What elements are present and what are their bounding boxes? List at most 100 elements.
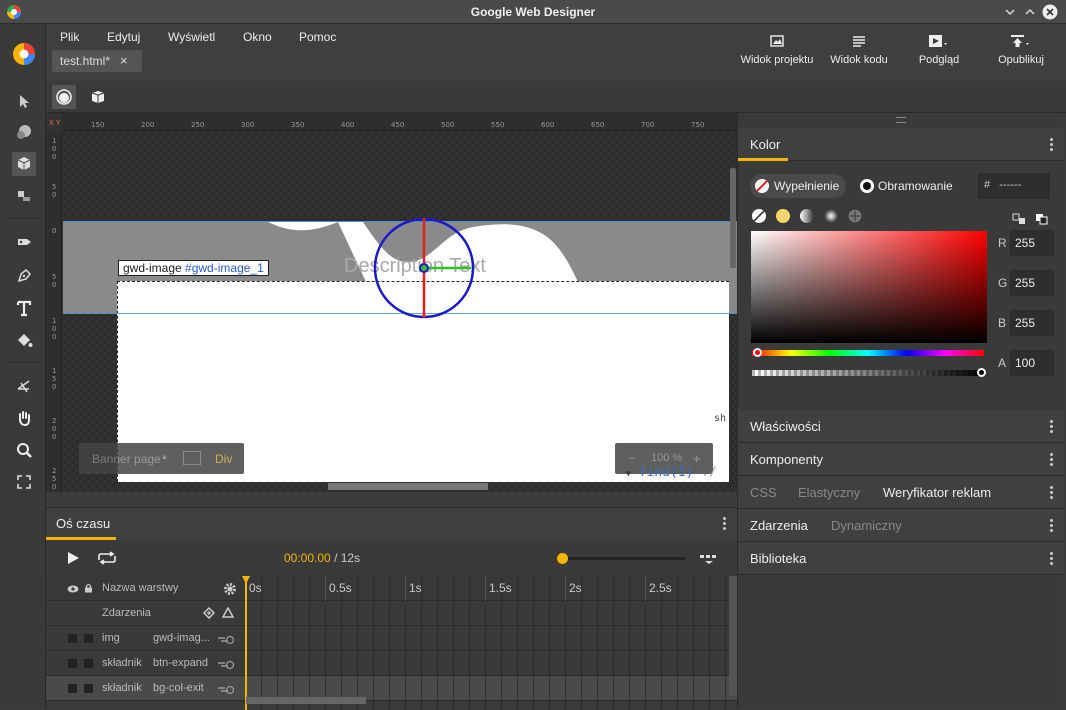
timeline-zoom-slider[interactable]	[563, 557, 685, 560]
code-fragment-path: ./	[701, 465, 717, 480]
minimize-button[interactable]	[1002, 4, 1018, 20]
timeline-vertical-scrollbar[interactable]	[729, 576, 737, 696]
fill-tab[interactable]: Wypełnienie	[750, 174, 846, 198]
red-channel[interactable]: R 255	[998, 230, 1054, 256]
stroke-tab[interactable]: Obramowanie	[854, 174, 960, 198]
green-channel[interactable]: G 255	[998, 270, 1054, 296]
tab-events[interactable]: Zdarzenia	[750, 518, 808, 533]
layer-visibility-toggle[interactable]	[68, 684, 77, 693]
swap-colors-icon[interactable]	[1012, 213, 1026, 225]
default-colors-icon[interactable]	[1035, 213, 1049, 225]
stage-vertical-scrollbar[interactable]	[730, 168, 736, 268]
text-tool-icon[interactable]	[12, 296, 36, 320]
layer-link-icon[interactable]	[217, 633, 235, 645]
red-value-input[interactable]: 255	[1010, 230, 1054, 256]
fill-tool-icon[interactable]	[12, 328, 36, 352]
fill-type-selector[interactable]	[750, 207, 870, 225]
alpha-channel[interactable]: A 100	[998, 350, 1054, 376]
green-value-input[interactable]: 255	[1010, 270, 1054, 296]
current-time: 00:00.00	[284, 551, 331, 565]
blue-channel[interactable]: B 255	[998, 310, 1054, 336]
css-panel-menu-icon[interactable]	[1050, 486, 1054, 500]
pen-tool-icon[interactable]	[12, 264, 36, 288]
object-tool-icon[interactable]	[12, 184, 36, 208]
layer-settings-gear-icon[interactable]	[223, 582, 237, 596]
blue-value-input[interactable]: 255	[1010, 310, 1054, 336]
file-tab[interactable]: test.html* ×	[52, 50, 142, 72]
channel-label: A	[998, 356, 1007, 370]
add-event-diamond-icon[interactable]	[203, 607, 215, 619]
page-selector[interactable]: Banner page ▴ Div	[79, 443, 244, 474]
layer-visibility-toggle[interactable]	[68, 659, 77, 668]
components-menu-icon[interactable]	[1050, 453, 1054, 467]
layer-type: składnik	[102, 682, 142, 694]
stage-horizontal-scrollbar[interactable]	[328, 483, 488, 490]
tab-css[interactable]: CSS	[750, 485, 777, 500]
close-window-button[interactable]	[1042, 4, 1058, 20]
components-panel-header[interactable]: Komponenty	[738, 443, 1064, 476]
ruler-tick: 50	[52, 183, 57, 199]
zoom-tool-icon[interactable]	[12, 438, 36, 462]
tag-tool-icon[interactable]	[12, 230, 36, 254]
menu-window[interactable]: Okno	[243, 30, 272, 44]
lock-icon[interactable]	[84, 583, 93, 593]
zoom-out-button[interactable]: –	[629, 452, 635, 464]
properties-panel-header[interactable]: Właściwości	[738, 410, 1064, 443]
maximize-button[interactable]	[1022, 4, 1038, 20]
alpha-slider[interactable]	[752, 370, 984, 376]
code-view-button[interactable]: Widok kodu	[819, 34, 899, 66]
design-view-button[interactable]: Widok projektu	[737, 34, 817, 66]
properties-menu-icon[interactable]	[1050, 420, 1054, 434]
stage-area[interactable]: X Y 150 200 250 300 350 400 450 500 550 …	[46, 113, 737, 492]
visibility-eye-icon[interactable]	[67, 584, 79, 594]
hand-tool-icon[interactable]	[12, 406, 36, 430]
timeline-zoom-handle[interactable]	[557, 553, 568, 564]
alpha-value-input[interactable]: 100	[1010, 350, 1054, 376]
layer-link-icon[interactable]	[217, 683, 235, 695]
timeline-tracks[interactable]: 0s 0.5s 1s 1.5s 2s 2.5s	[242, 576, 729, 710]
preview-button[interactable]: Podgląd	[899, 34, 979, 66]
3d-object-tool-icon[interactable]	[12, 374, 36, 398]
loop-icon[interactable]	[96, 551, 118, 565]
tab-ad-validator[interactable]: Weryfikator reklam	[883, 485, 991, 500]
add-label-icon[interactable]	[222, 607, 234, 619]
layer-lock-toggle[interactable]	[84, 659, 93, 668]
timeline-horizontal-scrollbar[interactable]	[246, 697, 366, 704]
alpha-slider-handle[interactable]	[977, 368, 986, 377]
3d-translation-gizmo[interactable]	[369, 213, 479, 323]
zoom-in-button[interactable]: +	[693, 451, 701, 466]
fit-screen-icon[interactable]	[12, 470, 36, 494]
color-panel-menu-icon[interactable]	[1050, 138, 1054, 152]
play-icon[interactable]	[66, 551, 80, 565]
menu-file[interactable]: Plik	[60, 30, 79, 44]
library-menu-icon[interactable]	[1050, 552, 1054, 566]
hue-slider[interactable]	[752, 350, 984, 356]
menu-help[interactable]: Pomoc	[299, 30, 336, 44]
playhead[interactable]	[245, 576, 247, 710]
menu-view[interactable]: Wyświetl	[168, 30, 215, 44]
timeline-title[interactable]: Oś czasu	[56, 516, 110, 531]
menu-edit[interactable]: Edytuj	[107, 30, 140, 44]
tab-flexible[interactable]: Elastyczny	[798, 485, 860, 500]
layer-lock-toggle[interactable]	[84, 634, 93, 643]
3d-rotation-tool-icon[interactable]	[12, 120, 36, 144]
publish-button[interactable]: Opublikuj	[981, 34, 1061, 66]
timeline-view-options-icon[interactable]	[700, 553, 718, 565]
layer-lock-toggle[interactable]	[84, 684, 93, 693]
timeline-menu-icon[interactable]	[723, 517, 727, 531]
3d-translation-tool-icon[interactable]	[12, 152, 36, 176]
library-panel-header[interactable]: Biblioteka	[738, 542, 1064, 575]
events-panel-menu-icon[interactable]	[1050, 519, 1054, 533]
panel-resize-grip[interactable]	[896, 117, 906, 123]
local-mode-icon[interactable]	[86, 85, 110, 109]
tab-dynamic[interactable]: Dynamiczny	[831, 518, 902, 533]
global-mode-icon[interactable]	[52, 85, 76, 109]
color-panel-header[interactable]: Kolor	[738, 128, 1064, 161]
close-tab-icon[interactable]: ×	[120, 53, 128, 68]
hex-color-input[interactable]: # ------	[978, 173, 1050, 199]
saturation-value-field[interactable]	[751, 231, 987, 343]
hue-slider-handle[interactable]	[753, 348, 762, 357]
layer-visibility-toggle[interactable]	[68, 634, 77, 643]
layer-link-icon[interactable]	[217, 658, 235, 670]
selection-tool-icon[interactable]	[12, 89, 36, 113]
